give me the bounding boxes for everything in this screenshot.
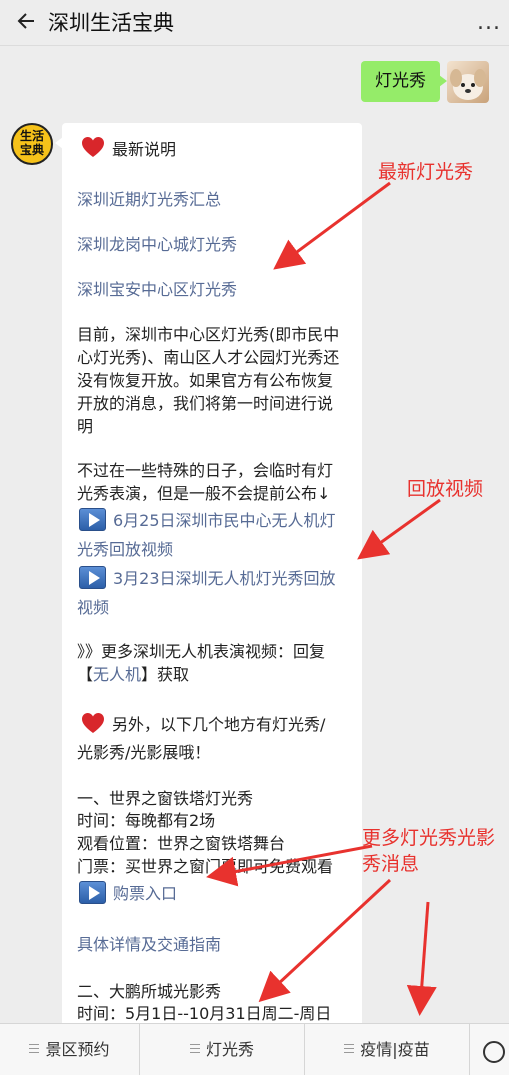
arrow-to-bottom-menu [406,901,437,1016]
menu-lines-icon [344,1044,355,1053]
bottom-menu-bar: 景区预约 灯光秀 疫情|疫苗 [0,1023,509,1075]
annotation-more-shows-2: 秀消息 [362,853,420,875]
paragraph-line: 没有恢复开放。如果官方有公布恢复 [77,371,334,390]
back-arrow-icon[interactable] [14,8,40,34]
menu-lines-icon [189,1044,200,1053]
play-arrow-icon[interactable] [79,881,106,904]
buy-ticket-link[interactable]: 购票入口 [113,882,177,905]
menu-scenic-booking[interactable]: 景区预约 [0,1024,140,1075]
paragraph-line: 明 [77,417,94,436]
link-recent-light-shows[interactable]: 深圳近期灯光秀汇总 [77,188,221,211]
user-avatar[interactable] [447,61,489,103]
section1-ticket: 门票：买世界之窗门票即可免费观看 [77,857,334,876]
video-link-march23-cont[interactable]: 视频 [77,596,109,619]
reply-hint-keyword-line: 【无人机】获取 [77,663,189,686]
link-baoan-light-show[interactable]: 深圳宝安中心区灯光秀 [77,278,237,301]
official-account-avatar[interactable]: 生活 宝典 [11,123,53,165]
other-places-line: 另外，以下几个地方有灯光秀/ [112,715,326,734]
paragraph-line: 心灯光秀)、南山区人才公园灯光秀还 [77,348,340,367]
section2-title: 二、大鹏所城光影秀 [77,982,222,1001]
section1-time: 时间：每晚都有2场 [77,811,216,830]
other-places-line: 光影秀/光影展哦！ [77,743,211,762]
bracket-open: 【 [77,665,94,684]
reply-hint-line: 》》更多深圳无人机表演视频：回复 [77,642,326,661]
play-video-icon[interactable] [79,566,106,589]
section2-time: 时间：5月1日--10月31日周二-周日 [77,1004,332,1023]
section1-location: 观看位置：世界之窗铁塔舞台 [77,834,286,853]
red-heart-icon [82,713,104,733]
bracket-close: 】获取 [141,665,190,684]
annotation-latest-light-show: 最新灯光秀 [378,161,474,183]
latest-note-heading: 最新说明 [112,140,177,159]
menu-label: 景区预约 [45,1040,110,1059]
annotation-more-shows: 更多灯光秀光影 [362,827,496,849]
menu-label: 灯光秀 [205,1040,254,1059]
menu-lines-icon [29,1044,40,1053]
user-message-bubble[interactable]: 灯光秀 [361,61,447,102]
paragraph-line: 不过在一些特殊的日子，会临时有灯 [77,461,334,480]
arrow-to-replay-video [357,498,441,560]
red-heart-icon [82,137,104,157]
link-longgang-light-show[interactable]: 深圳龙岗中心城灯光秀 [77,233,237,256]
menu-epidemic-vaccine[interactable]: 疫情|疫苗 [305,1024,470,1075]
paragraph-line: 目前，深圳市中心区灯光秀(即市民中 [77,325,340,344]
section1-title: 一、世界之窗铁塔灯光秀 [77,789,254,808]
video-link-june25[interactable]: 6月25日深圳市民中心无人机灯 [113,509,336,532]
top-bar: 深圳生活宝典 ... [0,0,509,46]
menu-label: 疫情|疫苗 [360,1040,430,1059]
chat-title: 深圳生活宝典 [48,11,174,35]
paragraph-line: 光秀表演，但是一般不会提前公布↓ [77,484,331,503]
details-transport-link[interactable]: 具体详情及交通指南 [77,933,221,956]
keyword-drone-link[interactable]: 无人机 [93,665,141,684]
paragraph-line: 开放的消息，我们将第一时间进行说 [77,394,334,413]
video-link-june25-cont[interactable]: 光秀回放视频 [77,538,173,561]
avatar-logo-text: 生活 宝典 [19,129,44,157]
keyboard-icon[interactable] [483,1041,505,1063]
dog-avatar-icon [450,69,486,100]
annotation-replay-video: 回放视频 [407,478,484,500]
menu-light-show[interactable]: 灯光秀 [140,1024,305,1075]
play-video-icon[interactable] [79,508,106,531]
video-link-march23[interactable]: 3月23日深圳无人机灯光秀回放 [113,567,336,590]
more-options-icon[interactable]: ... [477,10,501,35]
